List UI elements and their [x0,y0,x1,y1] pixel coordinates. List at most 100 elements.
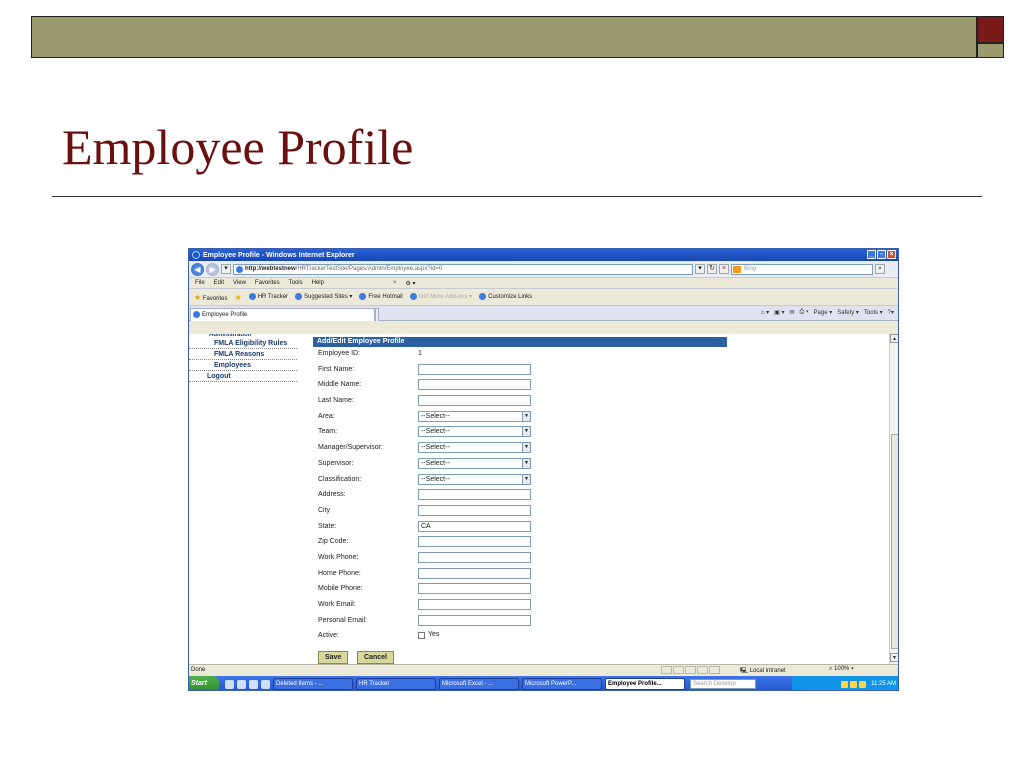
menu-tools[interactable]: Tools [289,280,303,286]
tray-icon[interactable] [859,680,867,688]
scroll-down-icon[interactable]: ▼ [890,653,898,662]
menu-edit[interactable]: Edit [214,280,224,286]
zip-input[interactable] [418,536,531,548]
home-phone-input[interactable] [418,567,531,579]
first-name-input[interactable] [418,363,531,375]
sidebar-item-fmla-reasons[interactable]: FMLA Reasons [189,349,297,360]
page-icon [479,293,487,301]
search-input[interactable]: Bing [731,263,873,275]
work-email-input[interactable] [418,599,531,610]
supervisor-select[interactable]: --Select-- ▼ [418,457,531,469]
safety-menu[interactable]: Safety ▾ [837,309,859,316]
active-checkbox[interactable] [418,632,425,640]
state-label: State: [318,522,337,530]
search-icon[interactable]: ⌕ [875,264,885,274]
close-toolbar-icon[interactable]: × [393,280,397,286]
classification-label: Classification: [318,475,362,483]
work-phone-input[interactable] [418,551,531,563]
fav-free-hotmail[interactable]: Free Hotmail [359,293,403,301]
last-name-input[interactable] [418,395,531,407]
state-input[interactable]: CA [418,520,531,532]
menu-help[interactable]: Help [312,280,324,286]
feeds-icon[interactable]: ▣ ▾ [774,309,784,316]
mobile-phone-input[interactable] [418,583,531,595]
minimize-icon[interactable]: _ [867,250,876,259]
manager-select[interactable]: --Select-- ▼ [418,442,531,454]
cancel-button[interactable]: Cancel [357,651,394,664]
menu-favorites[interactable]: Favorites [255,280,280,286]
menu-file[interactable]: File [195,280,205,286]
city-input[interactable] [418,504,531,516]
fav-hr-tracker[interactable]: HR Tracker [248,293,288,301]
zoom-level[interactable]: ⌕ 100% ▾ [829,666,854,673]
tab-employee-profile[interactable]: Employee Profile [190,307,375,321]
clock: 11:25 AM [871,681,896,687]
new-tab-button[interactable] [375,307,379,321]
task-powerpoint[interactable]: Microsoft PowerP... [522,678,602,690]
menu-view[interactable]: View [233,280,246,286]
help-icon[interactable]: ?▾ [888,309,894,316]
scroll-thumb[interactable] [891,434,898,649]
task-employee-profile[interactable]: Employee Profile... [605,678,685,690]
home-phone-label: Home Phone: [318,569,361,577]
classification-select[interactable]: --Select-- ▼ [418,473,531,485]
back-icon[interactable]: ◀ [191,262,204,276]
quick-launch-icon[interactable] [249,679,258,689]
personal-email-input[interactable] [418,614,531,626]
menu-bar: File Edit View Favorites Tools Help × ⚙ … [189,278,898,289]
page-icon [359,293,367,301]
stop-icon[interactable]: × [719,264,729,274]
fav-get-addons[interactable]: Get More Add-ons ▾ [409,293,472,301]
address-dropdown-icon[interactable]: ▾ [695,264,705,274]
security-zone[interactable]: 🖳 Local intranet [740,666,786,676]
page-icon [295,293,303,301]
fav-label: Free Hotmail [368,294,403,301]
home-icon[interactable]: ⌂ ▾ [761,309,769,316]
history-dropdown-icon[interactable]: ▾ [221,264,231,274]
middle-name-input[interactable] [418,379,531,391]
close-icon[interactable]: × [887,250,896,259]
task-excel[interactable]: Microsoft Excel - ... [439,678,519,690]
city-label: City [318,506,331,514]
quick-launch-icon[interactable] [261,679,270,689]
chevron-down-icon: ▼ [522,427,530,437]
fav-customize-links[interactable]: Customize Links [479,293,532,301]
intranet-icon: 🖳 [740,668,749,674]
addon-icon[interactable]: ⚙ ▾ [405,280,415,287]
forward-icon[interactable]: ▶ [206,262,219,276]
sidebar-item-fmla-eligibility[interactable]: FMLA Eligibility Rules [189,338,297,349]
task-deleted-items[interactable]: Deleted Items - ... [273,678,353,690]
vertical-scrollbar[interactable]: ▲ ▼ [889,334,898,664]
tray-icon[interactable] [841,680,849,688]
print-icon[interactable]: ⎙ ▾ [800,309,809,316]
add-favorite-icon[interactable]: ★ [235,293,242,302]
save-button[interactable]: Save [318,651,349,664]
maximize-icon[interactable]: ▫ [877,250,886,259]
address-label: Address: [318,491,346,499]
mail-icon[interactable]: ✉ [790,309,795,316]
quick-launch-icon[interactable] [225,679,234,689]
favorites-bar: ★ Favorites ★ HR Tracker Suggested Sites… [189,289,898,306]
tools-menu[interactable]: Tools ▾ [864,309,883,316]
refresh-icon[interactable]: ↻ [707,264,717,274]
slide-accent-square [977,16,1004,43]
supervisor-label: Supervisor: [318,459,354,467]
tray-icon[interactable] [850,680,858,688]
quick-launch-icon[interactable] [237,679,246,689]
fav-suggested-sites[interactable]: Suggested Sites ▾ [295,293,352,301]
address-bar[interactable]: http://webtestnew/HRTrackerTestSite/Page… [233,263,693,275]
favorites-button[interactable]: ★ Favorites [194,293,228,302]
scroll-up-icon[interactable]: ▲ [890,334,898,343]
sidebar-item-employees[interactable]: Employees [189,360,297,371]
sidebar-item-logout[interactable]: Logout [189,371,297,382]
task-hr-tracker[interactable]: HR Tracker [356,678,436,690]
desktop-search-input[interactable]: Search Desktop [690,679,756,689]
team-select[interactable]: --Select-- ▼ [418,426,531,438]
page-menu[interactable]: Page ▾ [814,309,833,316]
area-select[interactable]: --Select-- ▼ [418,410,531,422]
address-input[interactable] [418,489,531,501]
slide-accent-square-lower [977,43,1004,58]
last-name-label: Last Name: [318,397,354,405]
chevron-down-icon: ▼ [522,474,530,484]
start-button[interactable]: Start [189,676,219,690]
